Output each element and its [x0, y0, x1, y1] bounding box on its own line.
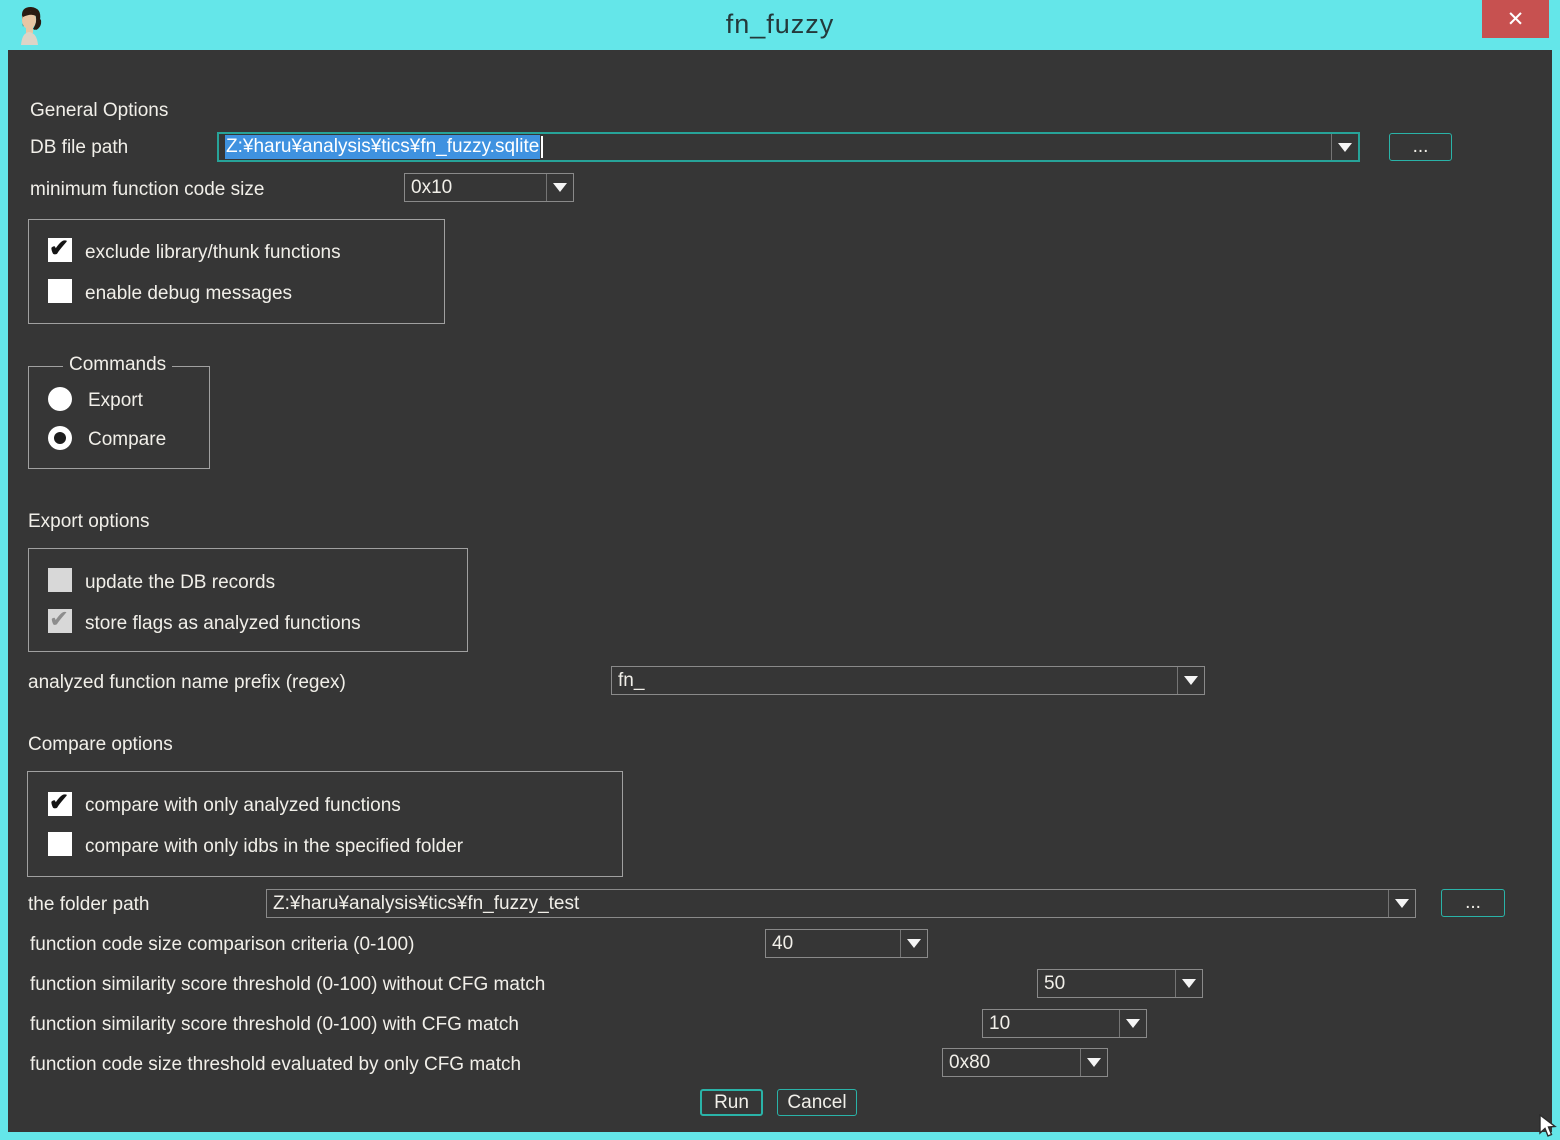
export-options-heading: Export options	[28, 509, 149, 534]
compare-radio[interactable]	[48, 426, 72, 450]
store-flags-label: store flags as analyzed functions	[85, 611, 361, 636]
mouse-cursor-icon	[1536, 1114, 1560, 1140]
exclude-library-thunk-label[interactable]: exclude library/thunk functions	[85, 240, 341, 265]
criteria-label: function code size comparison criteria (…	[30, 932, 414, 957]
chevron-down-icon[interactable]	[1331, 134, 1358, 160]
browse-db-button[interactable]: ...	[1389, 133, 1452, 161]
titlebar[interactable]: fn_fuzzy ✕	[0, 0, 1560, 50]
criteria-value: 40	[766, 930, 900, 957]
db-file-path-label: DB file path	[30, 135, 128, 160]
min-code-size-combobox[interactable]: 0x10	[404, 173, 574, 202]
min-code-size-value: 0x10	[405, 174, 546, 201]
enable-debug-messages-checkbox[interactable]	[48, 279, 72, 303]
sim-without-cfg-label: function similarity score threshold (0-1…	[30, 972, 545, 997]
text-caret	[541, 136, 543, 158]
selected-text: Z:¥haru¥analysis¥tics¥fn_fuzzy.sqlite	[225, 135, 540, 159]
chevron-down-icon[interactable]	[1175, 970, 1202, 997]
store-flags-checkbox	[48, 609, 72, 633]
size-cfg-only-value: 0x80	[943, 1049, 1080, 1076]
sim-without-cfg-value: 50	[1038, 970, 1175, 997]
sim-without-cfg-combobox[interactable]: 50	[1037, 969, 1203, 998]
update-db-records-checkbox	[48, 568, 72, 592]
folder-path-label: the folder path	[28, 892, 149, 917]
sim-with-cfg-label: function similarity score threshold (0-1…	[30, 1012, 519, 1037]
prefix-regex-combobox[interactable]: fn_	[611, 666, 1205, 695]
fn-fuzzy-dialog: fn_fuzzy ✕ General Options DB file path …	[0, 0, 1560, 1140]
compare-analyzed-only-label[interactable]: compare with only analyzed functions	[85, 793, 401, 818]
compare-options-heading: Compare options	[28, 732, 173, 757]
exclude-library-thunk-checkbox[interactable]	[48, 238, 72, 262]
chevron-down-icon[interactable]	[900, 930, 927, 957]
criteria-combobox[interactable]: 40	[765, 929, 928, 958]
general-checkbox-group	[28, 219, 445, 324]
export-checkbox-group	[28, 548, 468, 652]
compare-radio-label[interactable]: Compare	[88, 427, 166, 452]
commands-legend: Commands	[63, 354, 172, 376]
chevron-down-icon[interactable]	[1119, 1010, 1146, 1037]
compare-idbs-folder-label[interactable]: compare with only idbs in the specified …	[85, 834, 463, 859]
general-options-heading: General Options	[30, 98, 168, 123]
folder-path-value: Z:¥haru¥analysis¥tics¥fn_fuzzy_test	[267, 890, 1388, 917]
chevron-down-icon[interactable]	[1080, 1049, 1107, 1076]
size-cfg-only-label: function code size threshold evaluated b…	[30, 1052, 521, 1077]
db-file-path-combobox[interactable]: Z:¥haru¥analysis¥tics¥fn_fuzzy.sqlite	[217, 132, 1360, 162]
export-radio-label[interactable]: Export	[88, 388, 143, 413]
sim-with-cfg-combobox[interactable]: 10	[982, 1009, 1147, 1038]
update-db-records-label: update the DB records	[85, 570, 275, 595]
prefix-regex-label: analyzed function name prefix (regex)	[28, 670, 346, 695]
close-button[interactable]: ✕	[1482, 0, 1549, 38]
commands-group: Commands	[28, 366, 210, 469]
chevron-down-icon[interactable]	[1177, 667, 1204, 694]
compare-idbs-folder-checkbox[interactable]	[48, 832, 72, 856]
chevron-down-icon[interactable]	[546, 174, 573, 201]
export-radio[interactable]	[48, 387, 72, 411]
chevron-down-icon[interactable]	[1388, 890, 1415, 917]
close-icon: ✕	[1507, 7, 1525, 32]
min-code-size-label: minimum function code size	[30, 177, 264, 202]
db-file-path-value: Z:¥haru¥analysis¥tics¥fn_fuzzy.sqlite	[219, 134, 1331, 160]
prefix-regex-value: fn_	[612, 667, 1177, 694]
cancel-button[interactable]: Cancel	[777, 1089, 857, 1116]
compare-checkbox-group	[27, 771, 623, 877]
folder-path-combobox[interactable]: Z:¥haru¥analysis¥tics¥fn_fuzzy_test	[266, 889, 1416, 918]
size-cfg-only-combobox[interactable]: 0x80	[942, 1048, 1108, 1077]
run-button[interactable]: Run	[700, 1089, 763, 1116]
compare-analyzed-only-checkbox[interactable]	[48, 792, 72, 816]
browse-folder-button[interactable]: ...	[1441, 889, 1505, 917]
sim-with-cfg-value: 10	[983, 1010, 1119, 1037]
window-title: fn_fuzzy	[0, 9, 1560, 40]
enable-debug-messages-label[interactable]: enable debug messages	[85, 281, 292, 306]
